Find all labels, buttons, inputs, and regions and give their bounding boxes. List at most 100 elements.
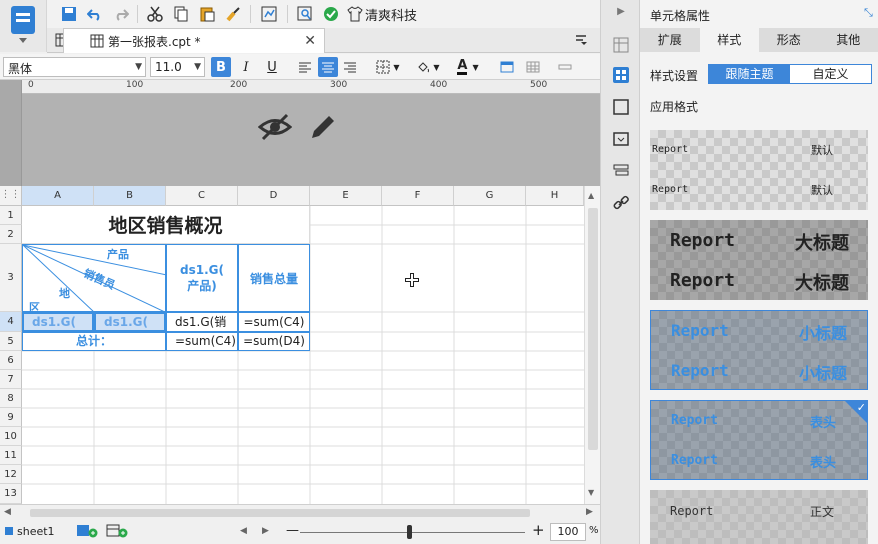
- row-header[interactable]: 8: [0, 389, 22, 408]
- cell-c4[interactable]: ds1.G(销: [166, 312, 238, 332]
- hide-header-icon[interactable]: [257, 112, 293, 145]
- check-button[interactable]: [321, 3, 341, 25]
- cell-d3[interactable]: 销售总量: [238, 244, 310, 312]
- chevron-right-icon[interactable]: ▶: [262, 526, 269, 536]
- cell-a4[interactable]: ds1.G(: [22, 312, 94, 332]
- chevron-up-icon[interactable]: ▲: [588, 191, 594, 200]
- condition-icon[interactable]: [612, 130, 630, 148]
- italic-button[interactable]: I: [236, 57, 256, 77]
- scroll-thumb[interactable]: [30, 509, 530, 517]
- column-header[interactable]: E: [310, 186, 382, 206]
- column-header[interactable]: G: [454, 186, 526, 206]
- row-header[interactable]: 1: [0, 206, 22, 225]
- app-menu-button[interactable]: [0, 0, 47, 52]
- style-card-big-title[interactable]: Report 大标题 Report 大标题: [650, 220, 868, 300]
- row-header[interactable]: 5: [0, 332, 22, 351]
- column-header[interactable]: B: [94, 186, 166, 206]
- column-header[interactable]: F: [382, 186, 454, 206]
- cell-c3[interactable]: ds1.G( 产品): [166, 244, 238, 312]
- zoom-input[interactable]: 100: [550, 523, 586, 541]
- zoom-out-button[interactable]: —: [286, 523, 299, 538]
- expand-icon[interactable]: ⤡: [864, 6, 873, 20]
- style-card-header[interactable]: Report 表头 Report 表头: [650, 400, 868, 480]
- tab-document[interactable]: 第一张报表.cpt * ✕: [63, 28, 325, 53]
- scroll-thumb[interactable]: [588, 208, 598, 450]
- tab-menu-icon[interactable]: [575, 34, 587, 49]
- fill-color-button[interactable]: ▼: [412, 57, 444, 77]
- cell-c5[interactable]: =sum(C4): [166, 332, 238, 351]
- redo-button[interactable]: [111, 3, 131, 25]
- horizontal-scrollbar[interactable]: [22, 507, 582, 519]
- style-card-body[interactable]: Report 正文: [650, 490, 868, 544]
- row-header[interactable]: 9: [0, 408, 22, 427]
- cell-d4[interactable]: =sum(C4): [238, 312, 310, 332]
- row-header[interactable]: 7: [0, 370, 22, 389]
- chevron-down-icon[interactable]: ▼: [588, 488, 594, 497]
- align-right-button[interactable]: [340, 57, 360, 77]
- report-title-cell[interactable]: 地区销售概况: [22, 206, 310, 244]
- add-sheet-button[interactable]: [76, 524, 98, 541]
- save-button[interactable]: [59, 3, 79, 25]
- cut-button[interactable]: [145, 3, 165, 25]
- row-header[interactable]: 4: [0, 312, 22, 332]
- theme-button[interactable]: 清爽科技: [347, 3, 427, 25]
- row-header[interactable]: 13: [0, 484, 22, 504]
- column-header[interactable]: D: [238, 186, 310, 206]
- link-icon[interactable]: [612, 194, 630, 212]
- tab-shape[interactable]: 形态: [759, 28, 819, 52]
- vertical-scrollbar[interactable]: ▲ ▼: [584, 186, 600, 504]
- cell-b4[interactable]: ds1.G(: [94, 312, 166, 332]
- bold-button[interactable]: B: [211, 57, 231, 77]
- tab-expand[interactable]: 扩展: [640, 28, 700, 52]
- align-left-button[interactable]: [295, 57, 315, 77]
- diagonal-header-cell[interactable]: 产品 销售员 地 区: [22, 244, 166, 312]
- freeze-button[interactable]: [497, 57, 517, 77]
- add-form-button[interactable]: [106, 524, 128, 541]
- edit-header-icon[interactable]: [308, 112, 338, 145]
- style-card-default[interactable]: Report 默认 Report 默认: [650, 130, 868, 210]
- cell-attributes-icon[interactable]: [612, 66, 630, 84]
- preview-button[interactable]: [295, 3, 315, 25]
- border-select-button[interactable]: ▼: [372, 57, 404, 77]
- font-family-select[interactable]: 黑体 ▼: [3, 57, 146, 77]
- paste-button[interactable]: [197, 3, 217, 25]
- undo-button[interactable]: [85, 3, 105, 25]
- row-header[interactable]: 12: [0, 465, 22, 484]
- align-center-button[interactable]: [318, 57, 338, 77]
- chevron-left-icon[interactable]: ◀: [4, 507, 11, 517]
- column-header[interactable]: H: [526, 186, 584, 206]
- cell-total-label[interactable]: 总计：: [22, 332, 166, 351]
- row-header[interactable]: 3: [0, 244, 22, 312]
- hyperlink-list-icon[interactable]: [612, 162, 630, 180]
- style-card-subtitle[interactable]: Report 小标题 Report 小标题: [650, 310, 868, 390]
- sheet-tab[interactable]: sheet1: [4, 523, 55, 539]
- follow-theme-option[interactable]: 跟随主题: [709, 65, 790, 83]
- widget-icon[interactable]: [612, 98, 630, 116]
- font-size-select[interactable]: 11.0 ▼: [150, 57, 205, 77]
- zoom-in-button[interactable]: +: [532, 521, 545, 539]
- chevron-left-icon[interactable]: ◀: [240, 526, 247, 536]
- cell-element-icon[interactable]: [612, 36, 630, 54]
- zoom-slider-thumb[interactable]: [407, 525, 412, 539]
- format-painter-button[interactable]: [223, 3, 243, 25]
- row-header[interactable]: 2: [0, 225, 22, 244]
- grid-lines-button[interactable]: [523, 57, 543, 77]
- column-header[interactable]: C: [166, 186, 238, 206]
- insert-chart-button[interactable]: [259, 3, 279, 25]
- font-color-button[interactable]: A ▼: [451, 57, 485, 77]
- copy-button[interactable]: [171, 3, 191, 25]
- column-header[interactable]: A: [22, 186, 94, 206]
- row-header[interactable]: 10: [0, 427, 22, 446]
- row-header[interactable]: 6: [0, 351, 22, 370]
- more-button[interactable]: [555, 57, 575, 77]
- close-icon[interactable]: ✕: [304, 33, 316, 49]
- chevron-right-icon[interactable]: ▶: [586, 507, 593, 517]
- tab-other[interactable]: 其他: [819, 28, 878, 52]
- cell-d5[interactable]: =sum(D4): [238, 332, 310, 351]
- custom-option[interactable]: 自定义: [790, 65, 871, 83]
- tab-style[interactable]: 样式: [699, 28, 759, 52]
- underline-button[interactable]: U: [262, 57, 282, 77]
- row-header[interactable]: 11: [0, 446, 22, 465]
- zoom-slider-track[interactable]: [300, 532, 525, 533]
- select-all-corner[interactable]: ⋮⋮: [0, 186, 22, 206]
